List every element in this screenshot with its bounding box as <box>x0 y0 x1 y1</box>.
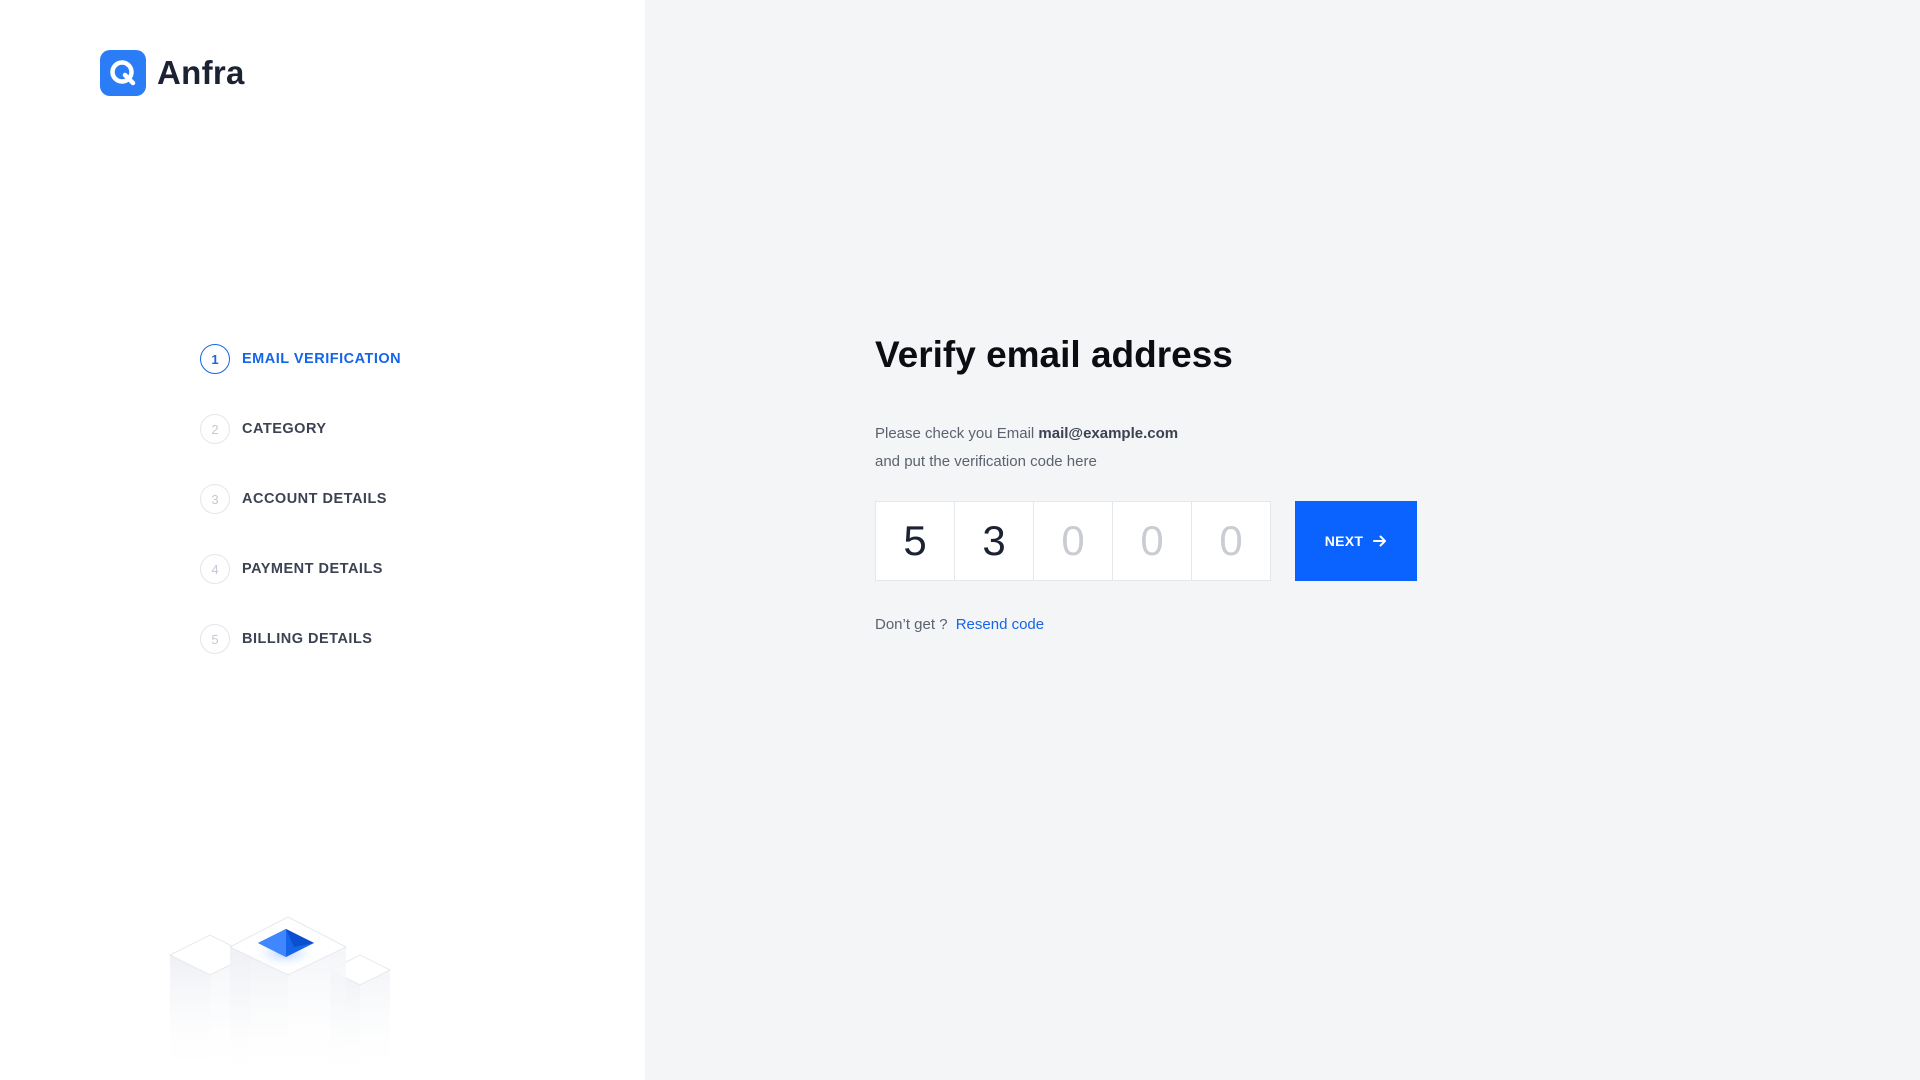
next-button-label: NEXT <box>1324 533 1364 549</box>
next-button[interactable]: NEXT <box>1295 501 1417 581</box>
page-title: Verify email address <box>875 334 1233 375</box>
step-billing-details[interactable]: 5 BILLING DETAILS <box>200 624 401 654</box>
instructions-line-1: Please check you Email mail@example.com <box>875 420 1395 448</box>
instructions: Please check you Email mail@example.com … <box>875 420 1395 476</box>
step-number: 2 <box>200 414 230 444</box>
step-label: EMAIL VERIFICATION <box>242 351 402 367</box>
step-label: BILLING DETAILS <box>242 631 373 647</box>
resend-code-link[interactable]: Resend code <box>956 616 1044 633</box>
instructions-prefix: Please check you Email <box>875 425 1035 442</box>
step-email-verification[interactable]: 1 EMAIL VERIFICATION <box>200 344 401 374</box>
step-account-details[interactable]: 3 ACCOUNT DETAILS <box>200 484 401 514</box>
step-label: PAYMENT DETAILS <box>242 561 383 577</box>
code-inputs: 5 3 0 0 0 <box>875 501 1271 581</box>
step-label: ACCOUNT DETAILS <box>242 491 387 507</box>
arrow-right-icon <box>1373 534 1387 548</box>
step-number: 4 <box>200 554 230 584</box>
code-digit-5[interactable]: 0 <box>1191 501 1271 581</box>
resend-prompt: Don’t get ? <box>875 616 948 633</box>
resend-row: Don’t get ? Resend code <box>875 616 1044 633</box>
isometric-boxes-illustration <box>168 916 392 1080</box>
steps-list: 1 EMAIL VERIFICATION 2 CATEGORY 3 ACCOUN… <box>200 344 401 694</box>
instructions-line-2: and put the verification code here <box>875 453 1097 470</box>
brand-logo[interactable]: Anfra <box>100 50 245 96</box>
left-panel: Anfra 1 EMAIL VERIFICATION 2 CATEGORY 3 … <box>0 0 645 1080</box>
step-label: CATEGORY <box>242 421 327 437</box>
code-digit-1[interactable]: 5 <box>875 501 955 581</box>
step-payment-details[interactable]: 4 PAYMENT DETAILS <box>200 554 401 584</box>
step-category[interactable]: 2 CATEGORY <box>200 414 401 444</box>
step-number: 5 <box>200 624 230 654</box>
step-number: 3 <box>200 484 230 514</box>
code-digit-4[interactable]: 0 <box>1112 501 1192 581</box>
code-digit-2[interactable]: 3 <box>954 501 1034 581</box>
code-digit-3[interactable]: 0 <box>1033 501 1113 581</box>
logo-q-icon <box>100 50 146 96</box>
brand-name: Anfra <box>157 54 245 91</box>
step-number: 1 <box>200 344 230 374</box>
email-address: mail@example.com <box>1038 425 1179 442</box>
